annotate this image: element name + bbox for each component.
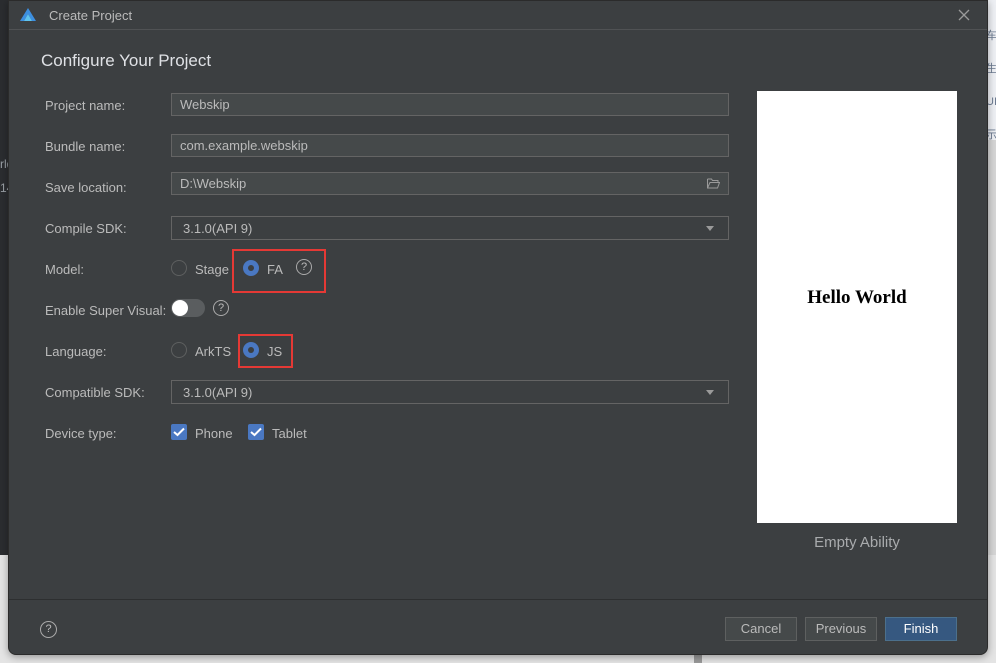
highlight-box-model: [232, 249, 326, 293]
language-arkts-radio[interactable]: [171, 342, 187, 358]
dialog-title: Create Project: [49, 8, 133, 23]
compile-sdk-select[interactable]: 3.1.0(API 9): [171, 216, 729, 240]
footer-divider: [9, 599, 987, 600]
checkmark-icon: [250, 427, 262, 437]
language-label: Language:: [45, 344, 107, 359]
project-name-label: Project name:: [45, 98, 126, 113]
super-visual-toggle[interactable]: [171, 299, 205, 317]
help-icon[interactable]: ?: [40, 621, 57, 638]
harmonyos-deveco-logo-icon: [20, 8, 36, 21]
toggle-knob: [172, 300, 188, 316]
template-caption: Empty Ability: [814, 534, 900, 551]
close-icon[interactable]: [955, 6, 973, 24]
finish-button[interactable]: Finish: [885, 617, 957, 641]
save-location-input[interactable]: D:\Webskip: [171, 172, 729, 195]
page-heading: Configure Your Project: [41, 51, 212, 70]
compatible-sdk-value: 3.1.0(API 9): [183, 385, 253, 400]
model-label: Model:: [45, 262, 85, 277]
super-visual-label: Enable Super Visual:: [45, 303, 167, 318]
device-type-label: Device type:: [45, 426, 117, 441]
bundle-name-label: Bundle name:: [45, 139, 126, 154]
highlight-box-language: [238, 334, 293, 368]
compatible-sdk-select[interactable]: 3.1.0(API 9): [171, 380, 729, 404]
model-stage-radio[interactable]: [171, 260, 187, 276]
device-tablet-label[interactable]: Tablet: [272, 426, 307, 441]
compile-sdk-label: Compile SDK:: [45, 221, 127, 236]
super-visual-help-icon[interactable]: ?: [213, 300, 229, 316]
bundle-name-input[interactable]: com.example.webskip: [171, 134, 729, 157]
model-stage-label[interactable]: Stage: [195, 262, 229, 277]
create-project-dialog: Create Project Configure Your Project Pr…: [8, 0, 988, 655]
template-preview: Hello World: [757, 91, 957, 523]
checkmark-icon: [173, 427, 185, 437]
save-location-label: Save location:: [45, 180, 127, 195]
folder-open-icon[interactable]: [707, 178, 720, 189]
preview-hello-text: Hello World: [807, 287, 907, 308]
device-phone-label[interactable]: Phone: [195, 426, 233, 441]
cancel-button[interactable]: Cancel: [725, 617, 797, 641]
dialog-titlebar[interactable]: Create Project: [9, 1, 987, 30]
compile-sdk-value: 3.1.0(API 9): [183, 221, 253, 236]
device-tablet-checkbox[interactable]: [248, 424, 264, 440]
chevron-down-icon: [706, 390, 714, 395]
chevron-down-icon: [706, 226, 714, 231]
save-location-value: D:\Webskip: [180, 176, 247, 191]
previous-button[interactable]: Previous: [805, 617, 877, 641]
device-phone-checkbox[interactable]: [171, 424, 187, 440]
project-name-input[interactable]: Webskip: [171, 93, 729, 116]
language-arkts-label[interactable]: ArkTS: [195, 344, 231, 359]
compatible-sdk-label: Compatible SDK:: [45, 385, 145, 400]
